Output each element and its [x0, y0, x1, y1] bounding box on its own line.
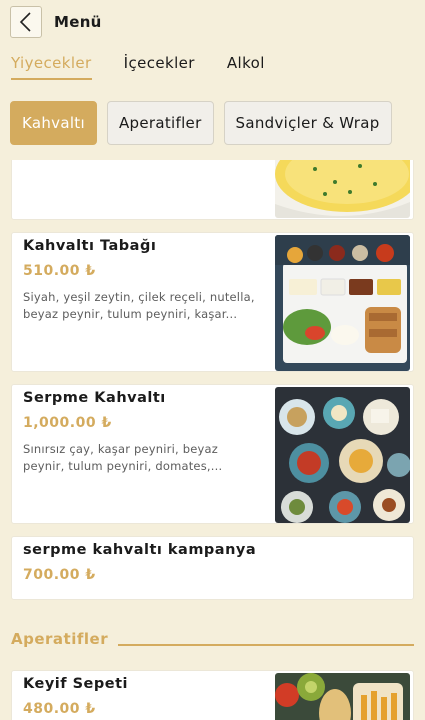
chip-aperatifler[interactable]: Aperatifler — [106, 101, 214, 145]
menu-item-card[interactable]: Serpme Kahvaltı 1,000.00 ₺ Sınırsız çay,… — [11, 384, 414, 524]
item-name: Keyif Sepeti — [23, 676, 128, 692]
menu-item-card[interactable]: serpme kahvaltı kampanya 700.00 ₺ — [11, 536, 414, 600]
item-price: 480.00 ₺ — [23, 701, 96, 717]
item-name: serpme kahvaltı kampanya — [23, 542, 257, 558]
tab-icecekler[interactable]: İçecekler — [124, 54, 195, 80]
spread-breakfast-image — [275, 387, 410, 523]
menu-item-card[interactable]: Keyif Sepeti 480.00 ₺ — [11, 670, 414, 720]
omelette-image — [275, 160, 410, 218]
tab-alkol[interactable]: Alkol — [227, 54, 265, 80]
item-price: 510.00 ₺ — [23, 263, 96, 279]
item-price: 700.00 ₺ — [23, 567, 96, 583]
back-button[interactable] — [10, 6, 42, 38]
chevron-left-icon — [19, 12, 31, 32]
menu-item-card[interactable]: Kahvaltı Tabağı 510.00 ₺ Siyah, yeşil ze… — [11, 232, 414, 372]
page-title: Menü — [54, 13, 102, 31]
category-tabs: Yiyecekler İçecekler Alkol — [11, 54, 297, 80]
tab-yiyecekler[interactable]: Yiyecekler — [11, 54, 92, 80]
snack-basket-image — [275, 673, 410, 720]
subcategory-chips: Kahvaltı Aperatifler Sandviçler & Wrap — [10, 101, 392, 145]
menu-list: Kahvaltı Tabağı 510.00 ₺ Siyah, yeşil ze… — [11, 160, 414, 720]
chip-sandvicler-wrap[interactable]: Sandviçler & Wrap — [223, 101, 392, 145]
item-name: Serpme Kahvaltı — [23, 390, 166, 406]
section-divider — [118, 644, 414, 646]
breakfast-plate-image — [275, 235, 410, 371]
chip-kahvalti[interactable]: Kahvaltı — [10, 101, 97, 145]
item-price: 1,000.00 ₺ — [23, 415, 112, 431]
item-name: Kahvaltı Tabağı — [23, 238, 157, 254]
item-description: Siyah, yeşil zeytin, çilek reçeli, nutel… — [23, 290, 255, 321]
item-description: Sınırsız çay, kaşar peyniri, beyaz peyni… — [23, 442, 223, 473]
menu-item-card[interactable] — [11, 160, 414, 220]
header: Menü — [0, 0, 425, 44]
section-title: Aperatifler — [11, 630, 109, 648]
